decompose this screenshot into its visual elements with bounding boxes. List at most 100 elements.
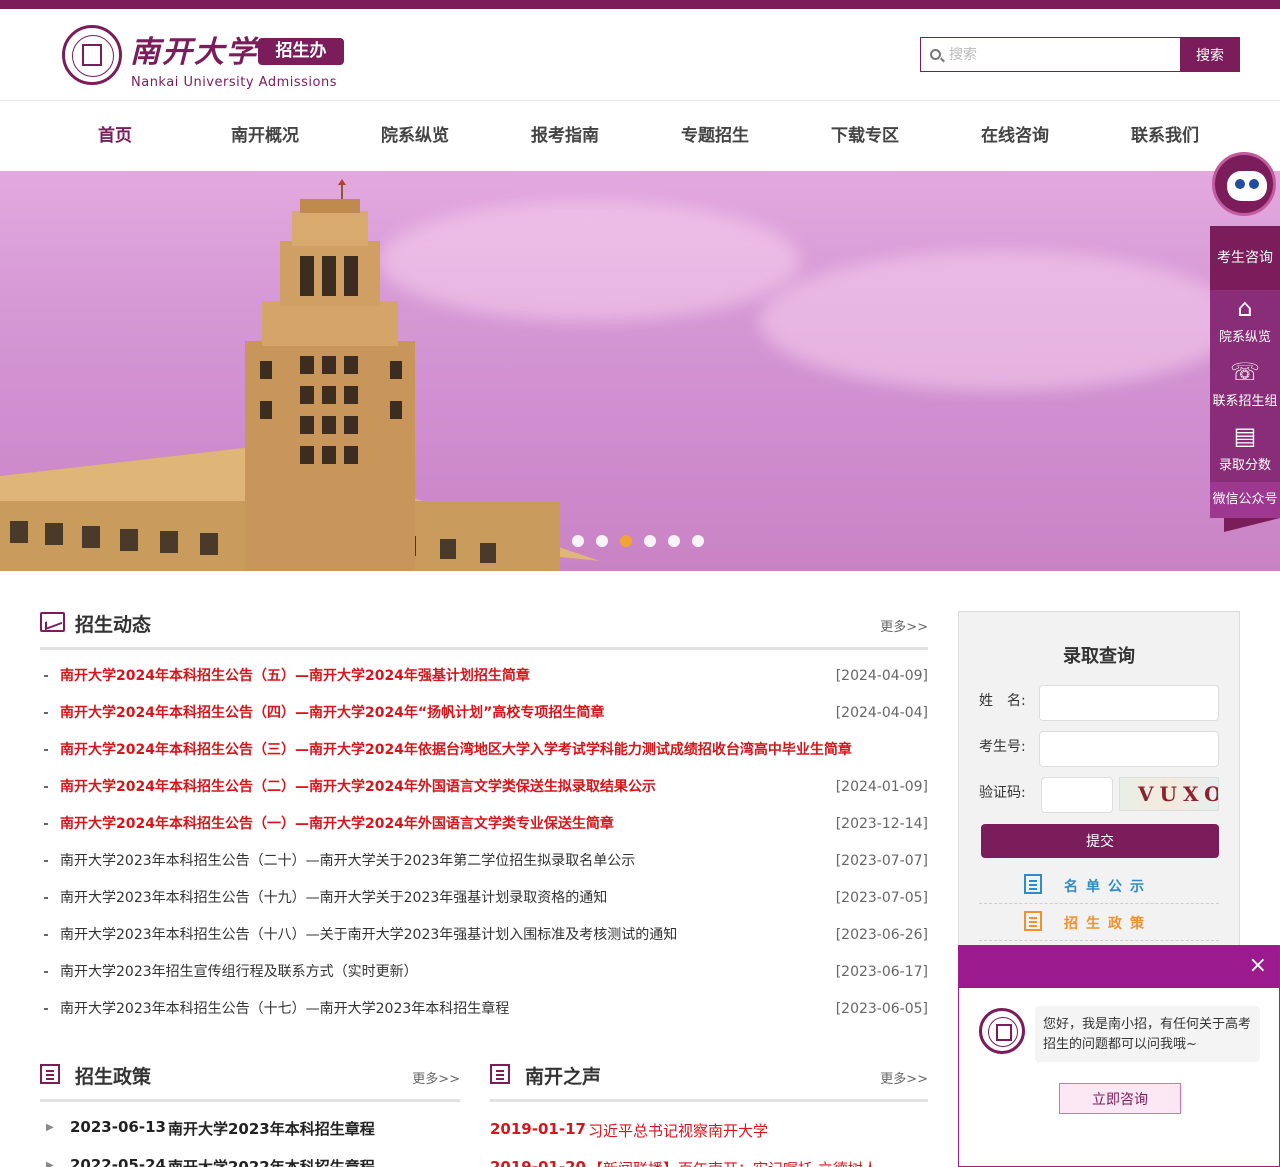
carousel-dot[interactable] (668, 535, 680, 547)
site-logo[interactable]: 南开大学 招生办 Nankai University Admissions (62, 25, 362, 90)
captcha-field[interactable] (1041, 777, 1113, 813)
news-item-title[interactable]: 南开大学2024年本科招生公告（三）—南开大学2024年依据台湾地区大学入学考试… (60, 739, 852, 761)
main-building-illustration (0, 179, 600, 571)
carousel-dot[interactable] (644, 535, 656, 547)
news-item-title[interactable]: 南开大学2023年本科招生公告（十九）—南开大学关于2023年强基计划录取资格的… (60, 887, 607, 909)
news-header: 招生动态 更多>> (40, 610, 928, 650)
policy-item-date: 2023-06-13 (70, 1118, 166, 1136)
news-item-title[interactable]: 南开大学2024年本科招生公告（四）—南开大学2024年“扬帆计划”高校专项招生… (60, 702, 604, 724)
nav-item-consult[interactable]: 在线咨询 (940, 101, 1090, 171)
policy-item-title[interactable]: 南开大学2022年本科招生章程 (168, 1156, 375, 1167)
news-item-title[interactable]: 南开大学2023年本科招生公告（十七）—南开大学2023年本科招生章程 (60, 998, 509, 1020)
home-icon: ⌂ (1237, 294, 1253, 322)
news-item-title[interactable]: 南开大学2023年本科招生公告（十八）—关于南开大学2023年强基计划入围标准及… (60, 924, 677, 946)
news-item[interactable]: 南开大学2024年本科招生公告（三）—南开大学2024年依据台湾地区大学入学考试… (40, 739, 928, 776)
admission-query-panel: 录取查询 姓 名: 考生号: 验证码: VUXO 提交 名单公示 招生政策 (958, 611, 1240, 946)
list-document-icon (1024, 874, 1042, 894)
news-item[interactable]: 南开大学2024年本科招生公告（二）—南开大学2024年外国语言文学类保送生拟录… (40, 776, 928, 813)
voice-more-link[interactable]: 更多>> (880, 1068, 928, 1087)
list-announcement-label: 名单公示 (1064, 879, 1152, 895)
carousel-dot[interactable] (692, 535, 704, 547)
news-item[interactable]: 南开大学2023年本科招生公告（十八）—关于南开大学2023年强基计划入围标准及… (40, 924, 928, 961)
top-accent-bar (0, 0, 1280, 9)
news-item-title[interactable]: 南开大学2023年本科招生公告（二十）—南开大学关于2023年第二学位招生拟录取… (60, 850, 635, 872)
play-arrow-icon: ▶ (46, 1160, 54, 1167)
policy-item-date: 2022-05-24 (70, 1156, 166, 1167)
news-section: 招生动态 更多>> 南开大学2024年本科招生公告（五）—南开大学2024年强基… (40, 610, 928, 1030)
captcha-label: 验证码: (979, 785, 1026, 801)
news-item-date: [2024-04-09] (835, 668, 928, 684)
nav-item-special[interactable]: 专题招生 (640, 101, 790, 171)
captcha-image[interactable]: VUXO (1119, 777, 1219, 811)
chat-message: 您好，我是南小招，有任何关于高考招生的问题都可以问我哦~ (1035, 1006, 1260, 1062)
nav-item-downloads[interactable]: 下载专区 (790, 101, 940, 171)
news-item[interactable]: 南开大学2024年本科招生公告（四）—南开大学2024年“扬帆计划”高校专项招生… (40, 702, 928, 739)
news-item[interactable]: 南开大学2023年本科招生公告（十九）—南开大学关于2023年强基计划录取资格的… (40, 887, 928, 924)
voice-title: 南开之声 (525, 1066, 602, 1088)
news-item-date: [2023-07-07] (835, 853, 928, 869)
logo-english-name: Nankai University Admissions (131, 75, 337, 90)
university-seal-icon (62, 25, 122, 85)
sidebar-item-scores[interactable]: ▤ 录取分数 (1210, 418, 1280, 482)
carousel-dot[interactable] (596, 535, 608, 547)
logo-badge: 招生办 (258, 38, 344, 65)
admission-policy-label: 招生政策 (1064, 916, 1152, 932)
assistant-avatar (979, 1008, 1025, 1054)
sidebar-wechat-button[interactable]: 微信公众号 (1210, 482, 1280, 518)
news-title: 招生动态 (75, 614, 152, 636)
document-search-icon: ▤ (1233, 422, 1257, 450)
news-item-title[interactable]: 南开大学2024年本科招生公告（一）—南开大学2024年外国语言文学类专业保送生… (60, 813, 614, 835)
page: 南开大学 招生办 Nankai University Admissions 搜索… (0, 0, 1280, 1167)
news-item[interactable]: 南开大学2023年招生宣传组行程及联系方式（实时更新） [2023-06-17] (40, 961, 928, 998)
news-item-date: [2023-06-26] (835, 927, 928, 943)
consult-now-button[interactable]: 立即咨询 (1059, 1083, 1181, 1114)
search-input[interactable] (949, 44, 1174, 66)
nav-item-home[interactable]: 首页 (40, 101, 190, 171)
news-more-link[interactable]: 更多>> (880, 616, 928, 635)
policy-section: 招生政策 更多>> ▶ 2023-06-13 南开大学2023年本科招生章程 ▶… (40, 1062, 460, 1167)
phone-icon: ☏ (1229, 358, 1260, 386)
search-field-wrapper (920, 37, 1180, 72)
voice-item[interactable]: 2019-01-17 习近平总书记视察南开大学 (490, 1120, 928, 1154)
chart-icon (40, 612, 65, 632)
voice-item-title[interactable]: 【新闻联播】百年南开：牢记嘱托 立德树人 (588, 1158, 878, 1167)
news-item[interactable]: 南开大学2024年本科招生公告（五）—南开大学2024年强基计划招生简章 [202… (40, 665, 928, 702)
policy-item[interactable]: ▶ 2022-05-24 南开大学2022年本科招生章程 (40, 1156, 460, 1167)
carousel-dot[interactable] (572, 535, 584, 547)
admission-policy-link[interactable]: 招生政策 (979, 905, 1219, 941)
name-field[interactable] (1039, 685, 1219, 721)
voice-item-title[interactable]: 习近平总书记视察南开大学 (588, 1120, 768, 1141)
news-item[interactable]: 南开大学2023年本科招生公告（二十）—南开大学关于2023年第二学位招生拟录取… (40, 850, 928, 887)
search-button[interactable]: 搜索 (1180, 37, 1240, 72)
sidebar-item-label: 联系招生组 (1212, 394, 1278, 409)
news-item[interactable]: 南开大学2023年本科招生公告（十七）—南开大学2023年本科招生章程 [2023… (40, 998, 928, 1035)
news-item-title[interactable]: 南开大学2024年本科招生公告（五）—南开大学2024年强基计划招生简章 (60, 665, 530, 687)
close-icon[interactable]: × (1249, 954, 1267, 978)
nav-item-departments[interactable]: 院系纵览 (340, 101, 490, 171)
policy-more-link[interactable]: 更多>> (412, 1068, 460, 1087)
sidebar-ribbon-tail (1224, 518, 1280, 532)
hero-banner[interactable] (0, 171, 1280, 571)
nav-item-overview[interactable]: 南开概况 (190, 101, 340, 171)
news-item-date: [2023-12-14] (835, 816, 928, 832)
policy-item[interactable]: ▶ 2023-06-13 南开大学2023年本科招生章程 (40, 1118, 460, 1152)
candidate-id-field[interactable] (1039, 731, 1219, 767)
sidebar-item-departments[interactable]: ⌂ 院系纵览 (1210, 290, 1280, 354)
nav-item-guide[interactable]: 报考指南 (490, 101, 640, 171)
submit-button[interactable]: 提交 (981, 824, 1219, 858)
policy-item-title[interactable]: 南开大学2023年本科招生章程 (168, 1118, 375, 1139)
list-announcement-link[interactable]: 名单公示 (979, 868, 1219, 904)
sidebar-item-label: 院系纵览 (1218, 330, 1271, 345)
news-item[interactable]: 南开大学2024年本科招生公告（一）—南开大学2024年外国语言文学类专业保送生… (40, 813, 928, 850)
candidate-id-label: 考生号: (979, 739, 1026, 755)
sidebar-consult-button[interactable]: 考生咨询 (1210, 226, 1280, 290)
news-item-title[interactable]: 南开大学2024年本科招生公告（二）—南开大学2024年外国语言文学类保送生拟录… (60, 776, 656, 798)
news-item-title[interactable]: 南开大学2023年招生宣传组行程及联系方式（实时更新） (60, 961, 418, 983)
play-arrow-icon: ▶ (46, 1122, 54, 1133)
sidebar-item-contact-group[interactable]: ☏ 联系招生组 (1210, 354, 1280, 418)
search-bar: 搜索 (920, 37, 1240, 72)
voice-item[interactable]: 2019-01-20 【新闻联播】百年南开：牢记嘱托 立德树人 (490, 1158, 928, 1167)
news-item-date: [2023-07-05] (835, 890, 928, 906)
carousel-dot-active[interactable] (620, 535, 632, 547)
robot-assistant-icon[interactable] (1210, 150, 1280, 226)
